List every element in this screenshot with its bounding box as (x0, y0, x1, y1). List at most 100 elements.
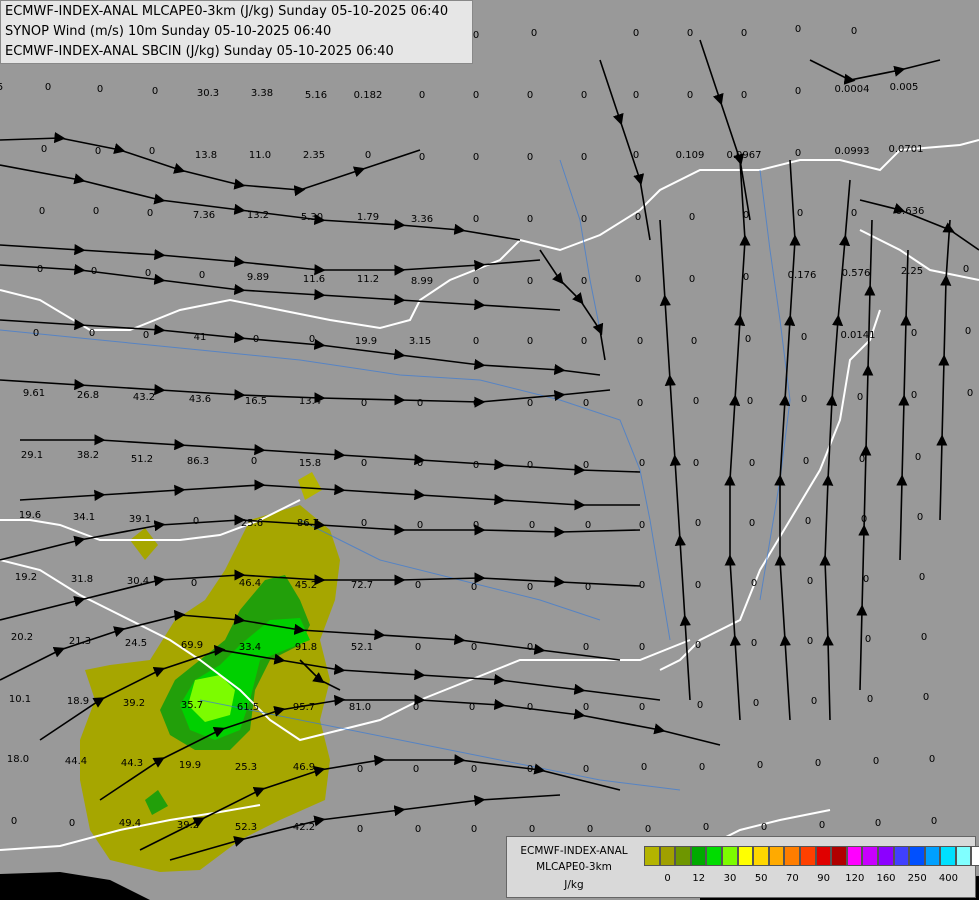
sbcin-label: 0 (473, 520, 479, 531)
sbcin-label: 0 (741, 28, 747, 39)
sbcin-label: 0 (753, 698, 759, 709)
sbcin-label: 0 (801, 394, 807, 405)
sbcin-label: 0 (251, 456, 257, 467)
legend-swatch (815, 846, 832, 866)
sbcin-label: 0 (807, 636, 813, 647)
sbcin-label: 8.99 (411, 276, 433, 287)
sbcin-label: 0 (415, 824, 421, 835)
sbcin-label: 0.0967 (727, 150, 762, 161)
sbcin-label: 0 (583, 642, 589, 653)
sbcin-label: 0 (863, 574, 869, 585)
sbcin-label: 0 (41, 144, 47, 155)
sbcin-label: 0 (145, 268, 151, 279)
sbcin-label: 0 (419, 152, 425, 163)
sbcin-label: 0 (45, 82, 51, 93)
sbcin-label: 52.1 (351, 642, 373, 653)
legend-tick-label: 90 (817, 873, 830, 884)
sbcin-label: 0 (639, 520, 645, 531)
sbcin-label: 0 (639, 702, 645, 713)
sbcin-label: 5 (0, 82, 3, 93)
sbcin-label: 21.3 (69, 636, 91, 647)
sbcin-label: 0.0993 (835, 146, 870, 157)
sbcin-label: 0 (929, 754, 935, 765)
sbcin-label: 0 (687, 28, 693, 39)
sbcin-label: 0 (585, 582, 591, 593)
sbcin-label: 0 (529, 520, 535, 531)
sbcin-label: 0 (741, 90, 747, 101)
sbcin-label: 0 (633, 28, 639, 39)
legend-tick-label: 250 (907, 873, 927, 884)
sbcin-label: 0 (473, 460, 479, 471)
sbcin-label: 9.61 (23, 388, 45, 399)
legend-swatch (831, 846, 847, 866)
sbcin-label: 0 (693, 396, 699, 407)
sbcin-label: 0 (469, 702, 475, 713)
sbcin-label: 0 (691, 336, 697, 347)
sbcin-label: 0 (417, 520, 423, 531)
sbcin-label: 0 (413, 702, 419, 713)
sbcin-label: 0 (531, 28, 537, 39)
sbcin-label: 0 (795, 24, 801, 35)
sbcin-label: 0 (527, 90, 533, 101)
sbcin-label: 0 (967, 388, 973, 399)
sbcin-label: 0 (471, 764, 477, 775)
sbcin-label: 0 (963, 264, 969, 275)
sbcin-label: 0 (923, 692, 929, 703)
legend-tick-label: 30 (723, 873, 737, 884)
sbcin-label: 0 (193, 516, 199, 527)
sbcin-label: 0 (529, 824, 535, 835)
sbcin-label: 46.9 (293, 762, 315, 773)
weather-map[interactable]: 500030.33.385.160.182000000000.00040.005… (0, 0, 979, 900)
sbcin-label: 0 (37, 264, 43, 275)
sbcin-label: 29.1 (21, 450, 43, 461)
sbcin-label: 0 (415, 642, 421, 653)
sbcin-label: 0 (89, 328, 95, 339)
legend-swatch (784, 846, 800, 866)
sbcin-label: 0 (473, 90, 479, 101)
sbcin-label: 0.109 (676, 150, 705, 161)
legend-swatch (940, 846, 956, 866)
sbcin-label: 0 (527, 460, 533, 471)
sbcin-label: 0 (147, 208, 153, 219)
sbcin-label: 0 (751, 638, 757, 649)
color-legend: ECMWF-INDEX-ANAL MLCAPE0-3km J/kg 0 12 30 5… (506, 836, 979, 898)
legend-swatch (659, 846, 676, 866)
sbcin-label: 41 (194, 332, 207, 343)
legend-units: J/kg (564, 879, 584, 891)
legend-tick-label: 400 (938, 873, 958, 884)
sbcin-label: 0 (861, 514, 867, 525)
sbcin-label: 49.4 (119, 818, 141, 829)
sbcin-label: 81.0 (349, 702, 371, 713)
sbcin-label: 0 (473, 336, 479, 347)
sbcin-label: 0 (527, 276, 533, 287)
sbcin-label: 3.36 (411, 214, 433, 225)
sbcin-label: 0 (527, 764, 533, 775)
sbcin-label: 3.38 (251, 88, 273, 99)
sbcin-label: 13.4 (299, 396, 321, 407)
legend-swatch (753, 846, 769, 866)
sbcin-label: 0 (687, 90, 693, 101)
sbcin-label: 0 (743, 272, 749, 283)
title-sbcin: ECMWF-INDEX-ANAL SBCIN (J/kg) Sunday 05-… (5, 44, 394, 59)
sbcin-label: 0 (859, 454, 865, 465)
sbcin-label: 0 (761, 822, 767, 833)
sbcin-label: 0.176 (788, 270, 817, 281)
sbcin-label: 0 (693, 458, 699, 469)
sbcin-label: 0 (473, 276, 479, 287)
sbcin-label: 30.3 (197, 88, 219, 99)
sbcin-label: 0 (473, 152, 479, 163)
sbcin-label: 0 (915, 452, 921, 463)
legend-swatch (706, 846, 722, 866)
sbcin-label: 0 (965, 326, 971, 337)
legend-swatch (893, 846, 910, 866)
sbcin-label: 0 (93, 206, 99, 217)
legend-swatch (955, 846, 972, 866)
sbcin-label: 0 (419, 90, 425, 101)
sbcin-label: 0 (803, 456, 809, 467)
sbcin-label: 3.15 (409, 336, 431, 347)
sbcin-label: 19.9 (355, 336, 377, 347)
sbcin-label: 0 (417, 458, 423, 469)
sbcin-label: 0 (641, 762, 647, 773)
sbcin-label: 0 (361, 398, 367, 409)
sbcin-label: 0.0141 (841, 330, 876, 341)
